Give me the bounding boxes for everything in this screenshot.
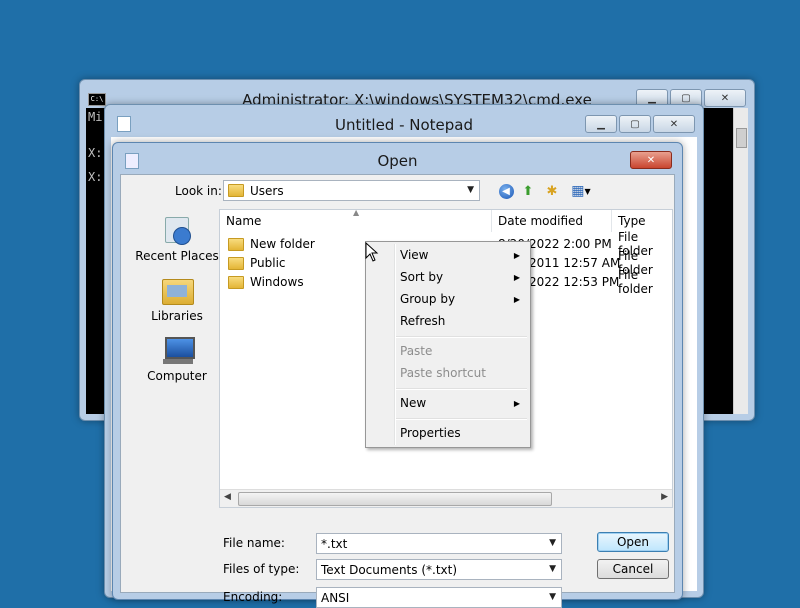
menu-item-refresh[interactable]: Refresh [400, 314, 445, 328]
menu-item-paste[interactable]: Paste [400, 344, 432, 358]
back-button[interactable]: ◀ [497, 182, 515, 200]
open-dialog-titlebar[interactable]: Open ✕ [113, 143, 682, 177]
folder-icon [228, 275, 244, 289]
folder-icon [228, 237, 244, 251]
menu-item-view[interactable]: View [400, 248, 428, 262]
submenu-arrow-icon: ▶ [513, 251, 520, 260]
chevron-down-icon: ▼ [584, 186, 591, 196]
encoding-dropdown[interactable]: ANSI ▼ [316, 587, 562, 608]
scroll-right-icon[interactable]: ▶ [661, 492, 668, 502]
horizontal-scrollbar[interactable]: ◀ ▶ [220, 489, 672, 507]
scroll-left-icon[interactable]: ◀ [224, 492, 231, 502]
place-computer[interactable]: Computer [129, 335, 225, 383]
cmd-scrollbar[interactable] [733, 108, 748, 414]
scrollbar-thumb[interactable] [238, 492, 552, 506]
cmd-close-button[interactable]: ✕ [704, 89, 746, 107]
notepad-titlebar[interactable]: Untitled - Notepad ▁ ▢ ✕ [105, 105, 703, 134]
files-of-type-dropdown[interactable]: Text Documents (*.txt) ▼ [316, 559, 562, 580]
chevron-down-icon[interactable]: ▼ [549, 538, 556, 548]
up-folder-icon: ⬆ [522, 183, 534, 199]
place-label: Computer [147, 369, 207, 383]
menu-item-properties[interactable]: Properties [400, 426, 461, 440]
back-arrow-icon: ◀ [498, 183, 514, 199]
mouse-cursor-icon [365, 242, 379, 262]
cmd-line-3: X: [88, 170, 103, 184]
open-dialog-title: Open [377, 152, 418, 170]
menu-item-paste-shortcut[interactable]: Paste shortcut [400, 366, 486, 380]
chevron-down-icon: ▼ [549, 592, 556, 602]
notepad-minimize-button[interactable]: ▁ [585, 115, 617, 133]
cmd-line-2: X: [88, 146, 103, 160]
chevron-down-icon: ▼ [467, 185, 474, 195]
menu-item-group-by[interactable]: Group by [400, 292, 455, 306]
place-label: Recent Places [135, 249, 219, 263]
look-in-dropdown[interactable]: Users ▼ [223, 180, 480, 201]
submenu-arrow-icon: ▶ [513, 295, 520, 304]
menu-separator [396, 336, 527, 338]
cancel-button[interactable]: Cancel [597, 559, 669, 579]
place-label: Libraries [151, 309, 203, 323]
chevron-down-icon: ▼ [549, 564, 556, 574]
folder-icon [228, 256, 244, 270]
submenu-arrow-icon: ▶ [513, 399, 520, 408]
file-name-label: File name: [223, 536, 285, 550]
recent-places-icon [161, 215, 193, 245]
look-in-label: Look in: [175, 184, 222, 198]
menu-separator [396, 388, 527, 390]
column-header-date[interactable]: Date modified [492, 210, 612, 232]
computer-icon [161, 335, 195, 365]
column-header-name[interactable]: Name ▲ [220, 210, 492, 232]
new-folder-button[interactable]: ✱ [543, 182, 561, 200]
notepad-maximize-button[interactable]: ▢ [619, 115, 651, 133]
menu-separator [396, 418, 527, 420]
views-menu-button[interactable]: ▦ ▼ [567, 182, 595, 200]
new-folder-icon: ✱ [546, 183, 558, 199]
menu-item-new[interactable]: New [400, 396, 426, 410]
notepad-close-button[interactable]: ✕ [653, 115, 695, 133]
cmd-titlebar[interactable]: C:\ Administrator: X:\windows\SYSTEM32\c… [80, 80, 754, 109]
libraries-icon [161, 275, 194, 305]
open-button[interactable]: Open [597, 532, 669, 552]
up-one-level-button[interactable]: ⬆ [519, 182, 537, 200]
context-menu: View ▶ Sort by ▶ Group by ▶ Refresh Past… [365, 241, 531, 448]
place-recent-places[interactable]: Recent Places [129, 215, 225, 263]
encoding-label: Encoding: [223, 590, 283, 604]
menu-item-sort-by[interactable]: Sort by [400, 270, 443, 284]
look-in-value: Users [250, 183, 284, 198]
dialog-close-button[interactable]: ✕ [630, 151, 672, 169]
view-grid-icon: ▦ [571, 183, 585, 199]
submenu-arrow-icon: ▶ [513, 273, 520, 282]
sort-ascending-icon: ▲ [353, 209, 360, 217]
files-of-type-label: Files of type: [223, 562, 300, 576]
folder-icon [228, 184, 244, 197]
file-name-input[interactable]: *.txt ▼ [316, 533, 562, 554]
place-libraries[interactable]: Libraries [129, 275, 225, 323]
cmd-line-1: Mi [88, 110, 103, 124]
